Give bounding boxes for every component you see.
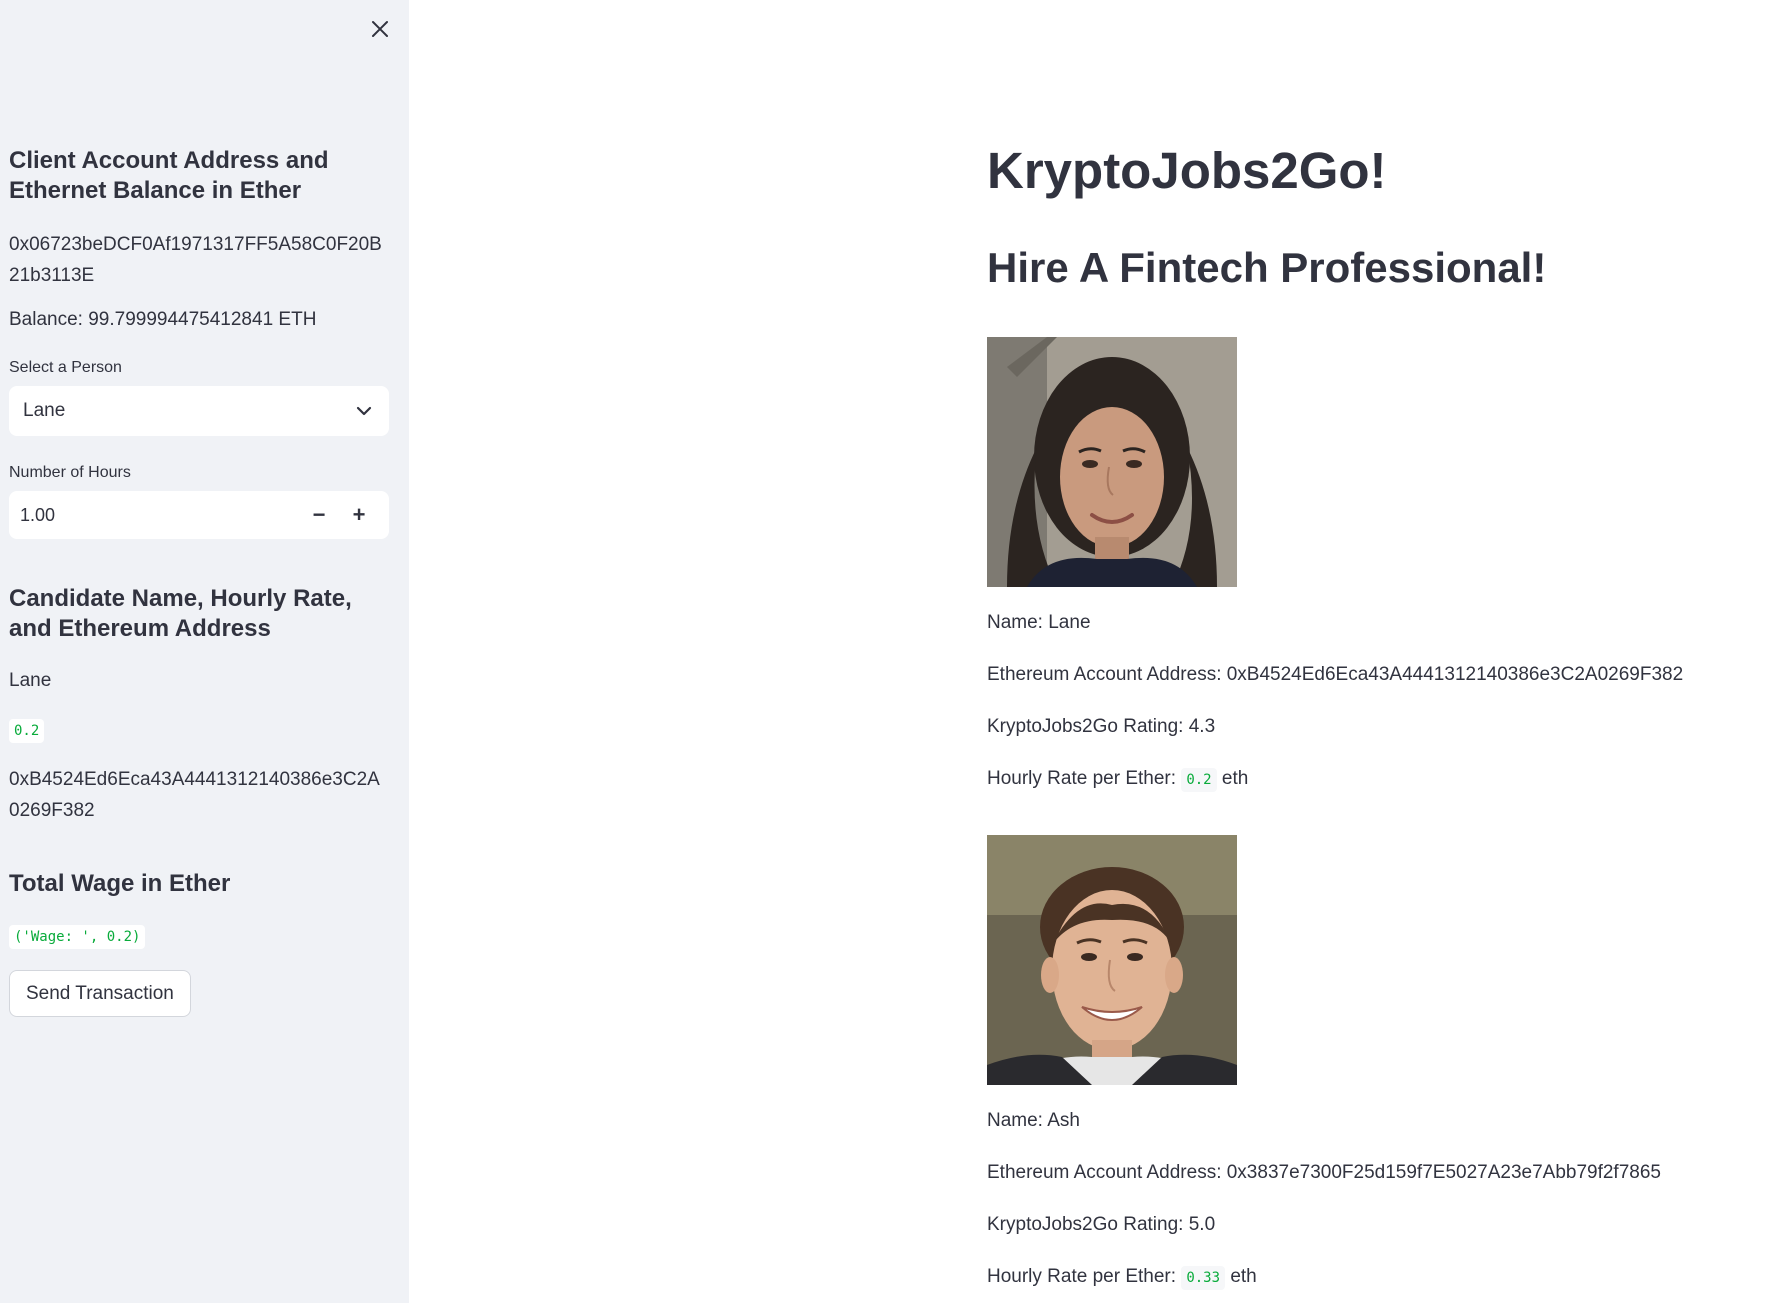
candidate-heading: Candidate Name, Hourly Rate, and Ethereu…	[9, 585, 352, 642]
candidate-rate-row: Hourly Rate per Ether: 0.2 eth	[987, 766, 1248, 792]
send-transaction-button[interactable]: Send Transaction	[9, 970, 191, 1017]
rate-unit: eth	[1230, 1266, 1257, 1287]
account-balance: Balance: 99.799994475412841 ETH	[9, 309, 317, 330]
decrement-button[interactable]: −	[299, 491, 339, 539]
candidate-photo-lane	[987, 337, 1237, 587]
page-subtitle: Hire A Fintech Professional!	[987, 244, 1547, 291]
candidate-address: Ethereum Account Address: 0x3837e7300F25…	[987, 1162, 1661, 1183]
candidate-rating: KryptoJobs2Go Rating: 5.0	[987, 1214, 1216, 1235]
select-person-dropdown[interactable]: Lane	[9, 386, 389, 436]
wage-value: ('Wage: ', 0.2)	[9, 925, 146, 949]
page-title: KryptoJobs2Go!	[987, 142, 1387, 199]
candidate-name: Name: Ash	[987, 1110, 1080, 1131]
account-address: 0x06723beDCF0Af1971317FF5A58C0F20B21b311…	[9, 234, 382, 286]
rate-value: 0.33	[1181, 1266, 1226, 1290]
increment-button[interactable]: +	[339, 491, 379, 539]
rate-label: Hourly Rate per Ether:	[987, 1266, 1177, 1287]
select-person-value: Lane	[23, 400, 66, 421]
candidate-address: 0xB4524Ed6Eca43A4441312140386e3C2A0269F3…	[9, 769, 380, 821]
candidate-photo-ash	[987, 835, 1237, 1085]
candidate-rate: 0.2	[9, 719, 45, 743]
candidate-address: Ethereum Account Address: 0xB4524Ed6Eca4…	[987, 664, 1684, 685]
plus-icon: +	[352, 502, 366, 527]
account-heading: Client Account Address and Ethernet Bala…	[9, 147, 329, 204]
close-icon	[372, 21, 388, 37]
rate-value: 0.2	[1181, 768, 1217, 792]
hours-label: Number of Hours	[9, 464, 131, 481]
candidate-name: Lane	[9, 670, 52, 691]
minus-icon: −	[312, 502, 326, 527]
candidate-name: Name: Lane	[987, 612, 1091, 633]
candidate-rating: KryptoJobs2Go Rating: 4.3	[987, 716, 1216, 737]
select-person-label: Select a Person	[9, 359, 122, 376]
wage-heading: Total Wage in Ether	[9, 870, 231, 897]
rate-label: Hourly Rate per Ether:	[987, 768, 1177, 789]
hours-input[interactable]	[9, 503, 299, 527]
sidebar: Client Account Address and Ethernet Bala…	[0, 0, 409, 1303]
close-sidebar-button[interactable]	[363, 12, 397, 46]
chevron-down-icon	[356, 406, 372, 416]
candidate-rate-row: Hourly Rate per Ether: 0.33 eth	[987, 1264, 1257, 1290]
hours-stepper: − +	[9, 491, 389, 539]
rate-unit: eth	[1221, 768, 1249, 789]
